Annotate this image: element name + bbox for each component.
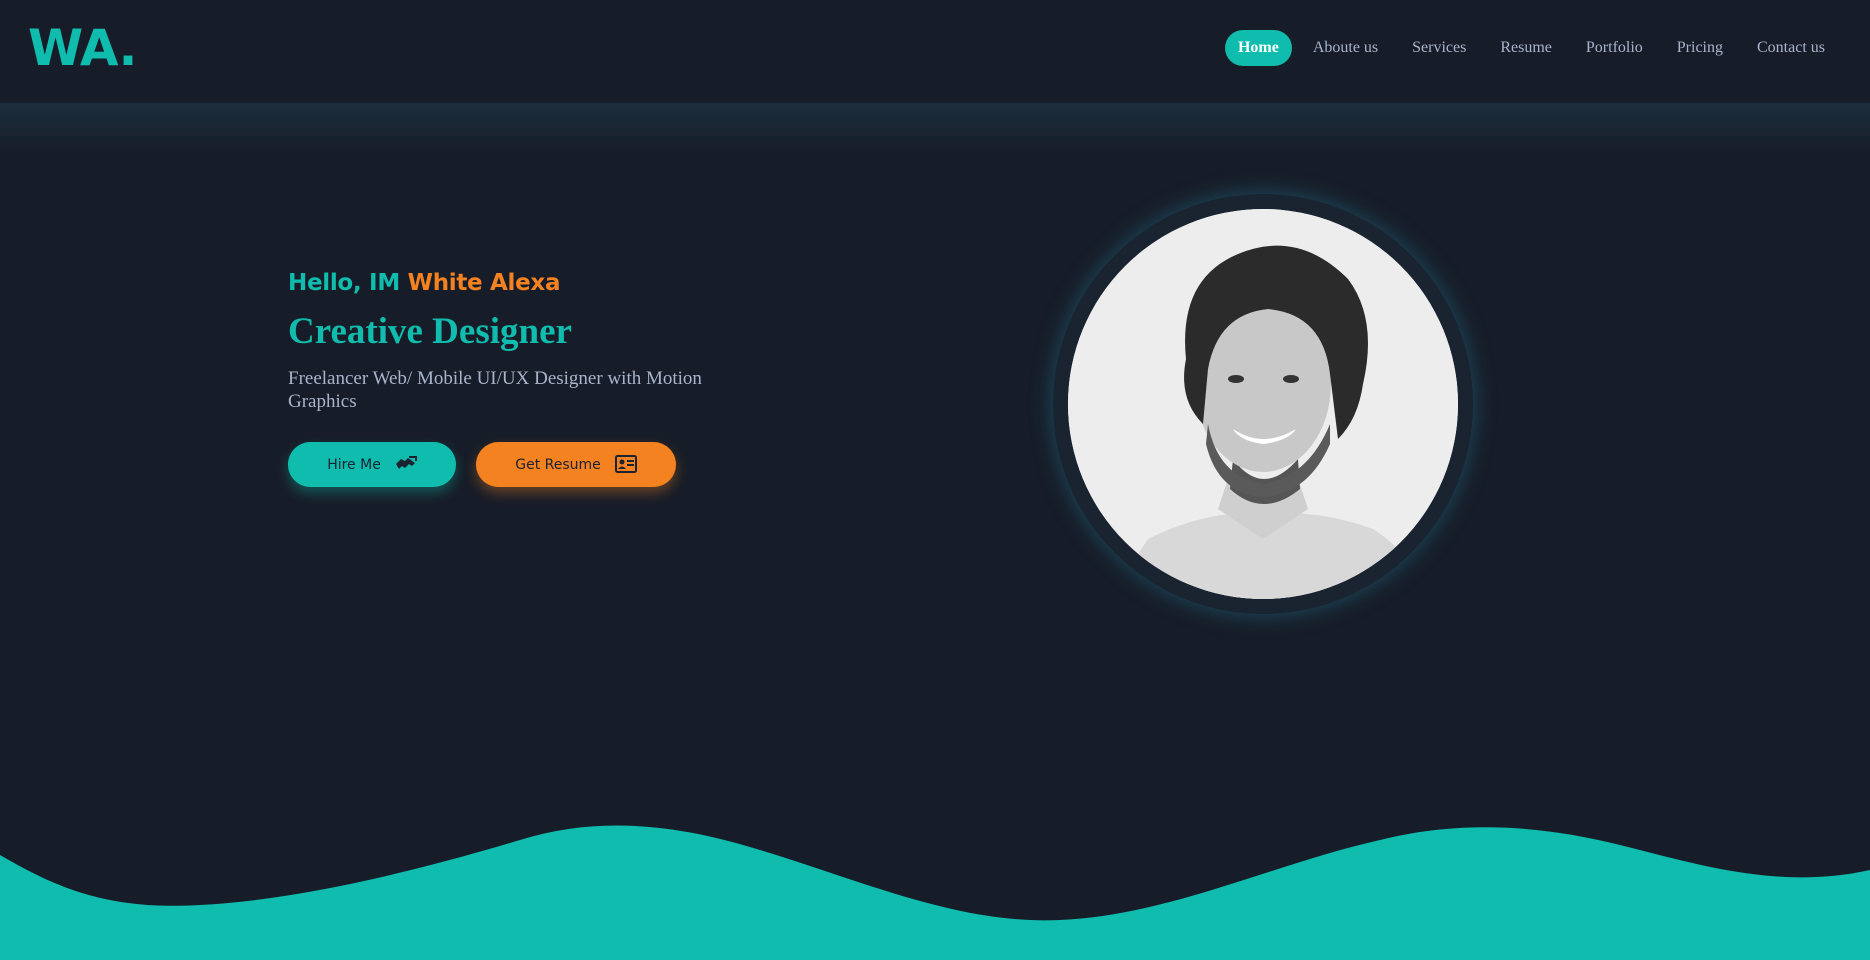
nav-item-portfolio[interactable]: Portfolio (1573, 30, 1656, 66)
greeting-name: White Alexa (407, 270, 561, 296)
header-shadow (0, 103, 1870, 153)
nav-item-pricing[interactable]: Pricing (1664, 30, 1736, 66)
nav-item-about[interactable]: Aboute us (1300, 30, 1391, 66)
get-resume-label: Get Resume (515, 456, 601, 473)
hero-buttons: Hire Me Get Resume (288, 442, 808, 487)
nav-item-contact[interactable]: Contact us (1744, 30, 1838, 66)
hire-me-label: Hire Me (327, 456, 381, 473)
id-card-icon (614, 454, 637, 475)
portrait-frame (1053, 194, 1473, 614)
wave-decoration (0, 825, 1870, 960)
greeting-prefix: Hello, IM (288, 270, 408, 296)
hero-greeting: Hello, IM White Alexa (288, 270, 808, 296)
site-header: WA. Home Aboute us Services Resume Portf… (0, 0, 1870, 103)
nav-item-home[interactable]: Home (1224, 30, 1292, 66)
handshake-icon (395, 455, 417, 475)
hero-role-title: Creative Designer (288, 311, 572, 352)
hero-tagline: Freelancer Web/ Mobile UI/UX Designer wi… (288, 368, 702, 412)
nav-item-resume[interactable]: Resume (1487, 30, 1565, 66)
main-nav: Home Aboute us Services Resume Portfolio… (1224, 30, 1838, 66)
hire-me-button[interactable]: Hire Me (288, 442, 456, 487)
portrait-photo (1068, 209, 1458, 599)
site-logo[interactable]: WA. (28, 20, 138, 76)
nav-item-services[interactable]: Services (1399, 30, 1479, 66)
get-resume-button[interactable]: Get Resume (476, 442, 676, 487)
hero-section: Hello, IM White Alexa Creative Designer … (288, 270, 808, 487)
